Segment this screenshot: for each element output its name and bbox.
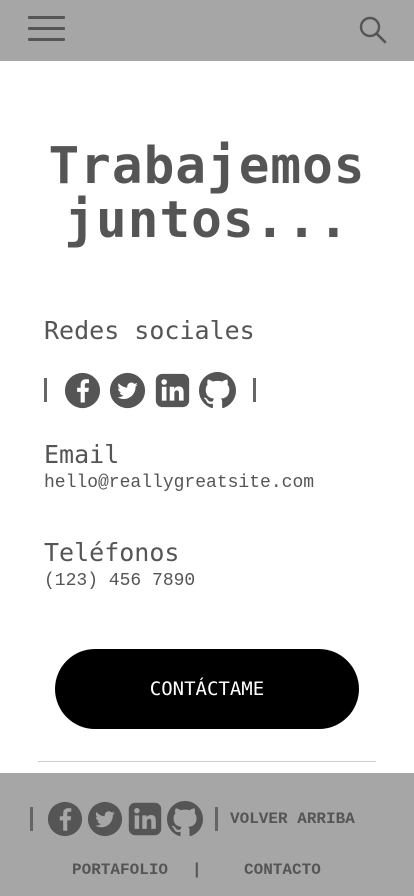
menu-line (28, 38, 65, 41)
footer: VOLVER ARRIBA PORTAFOLIO | CONTACTO (0, 773, 414, 896)
twitter-icon[interactable] (109, 372, 146, 409)
phone-value: (123) 456 7890 (44, 571, 196, 591)
linkedin-icon[interactable] (154, 372, 191, 409)
footer-social-row: VOLVER ARRIBA (30, 799, 355, 839)
facebook-icon[interactable] (47, 801, 83, 837)
social-heading: Redes sociales (44, 316, 255, 345)
separator-bar (215, 807, 218, 831)
page-title: Trabajemos juntos... (0, 140, 414, 248)
footer-social-icons (47, 801, 203, 837)
hamburger-menu-icon[interactable] (28, 15, 66, 43)
separator-bar (30, 807, 33, 831)
title-line-2: juntos... (64, 191, 350, 250)
back-to-top-link[interactable]: VOLVER ARRIBA (230, 810, 355, 828)
social-icons (64, 371, 236, 409)
facebook-icon[interactable] (64, 372, 101, 409)
title-line-1: Trabajemos (48, 137, 366, 196)
footer-separator: | (192, 861, 202, 879)
phone-heading: Teléfonos (44, 538, 180, 567)
divider (38, 761, 376, 762)
linkedin-icon[interactable] (127, 801, 163, 837)
email-value: hello@reallygreatsite.com (44, 473, 315, 493)
search-icon[interactable] (358, 15, 388, 45)
menu-line (28, 16, 65, 19)
twitter-icon[interactable] (87, 801, 123, 837)
contact-link[interactable]: CONTACTO (244, 861, 321, 879)
portfolio-link[interactable]: PORTAFOLIO (72, 861, 168, 879)
top-bar (0, 0, 414, 61)
separator-bar (44, 378, 47, 402)
separator-bar (253, 378, 256, 402)
footer-nav: PORTAFOLIO | CONTACTO (0, 861, 414, 881)
social-links (44, 370, 256, 410)
contact-me-button[interactable]: CONTÁCTAME (55, 649, 359, 729)
github-icon[interactable] (167, 801, 203, 837)
email-heading: Email (44, 440, 120, 469)
github-icon[interactable] (199, 371, 236, 409)
menu-line (28, 27, 65, 30)
